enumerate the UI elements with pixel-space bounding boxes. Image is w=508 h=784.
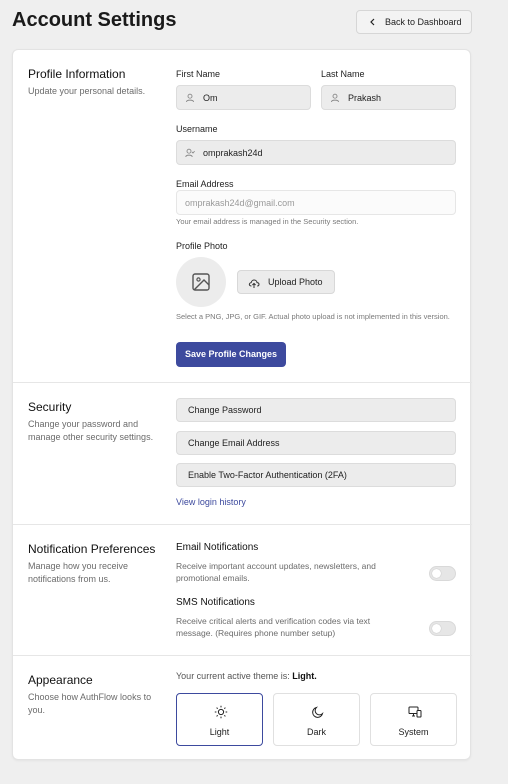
username-value: omprakash24d [203,148,263,158]
email-field[interactable]: omprakash24d@gmail.com [176,190,456,215]
user-icon [186,93,194,103]
toggle-knob [432,624,441,633]
appearance-section-title: Appearance [28,673,93,687]
profile-section-description: Update your personal details. [28,86,146,96]
save-profile-button[interactable]: Save Profile Changes [176,342,286,367]
chevron-left-icon [370,18,375,26]
user-icon [331,93,339,103]
security-section-title: Security [28,400,72,414]
moon-icon [312,706,324,718]
back-to-dashboard-button[interactable]: Back to Dashboard [356,10,472,34]
enable-2fa-label: Enable Two-Factor Authentication (2FA) [188,470,347,480]
sun-icon [214,705,228,719]
enable-2fa-button[interactable]: Enable Two-Factor Authentication (2FA) [176,463,456,487]
upload-photo-button[interactable]: Upload Photo [237,270,335,294]
profile-section-title: Profile Information [28,67,126,81]
monitor-icon [408,706,422,718]
notifications-section-description: Manage how you receive notifications fro… [28,561,129,584]
photo-hint: Select a PNG, JPG, or GIF. Actual photo … [176,312,450,321]
username-field[interactable]: omprakash24d [176,140,456,165]
image-icon [192,273,210,291]
email-notifications-description: Receive important account updates, newsl… [176,561,376,583]
last-name-value: Prakash [348,93,382,103]
username-label: Username [176,124,218,134]
change-password-label: Change Password [188,405,262,415]
user-check-icon [185,148,195,158]
current-theme-value: Light. [292,671,317,681]
current-theme-prefix: Your current active theme is: [176,671,290,681]
notifications-section-title: Notification Preferences [28,542,156,556]
section-divider [13,655,472,656]
email-notifications-title: Email Notifications [176,542,259,553]
last-name-field[interactable]: Prakash [321,85,456,110]
avatar [176,257,226,307]
theme-system-label: System [398,727,429,737]
section-divider [13,382,472,383]
view-login-history-link[interactable]: View login history [176,497,246,507]
change-email-button[interactable]: Change Email Address [176,431,456,455]
sms-notifications-description: Receive critical alerts and verification… [176,616,371,638]
back-button-label: Back to Dashboard [385,17,462,27]
upload-photo-label: Upload Photo [268,277,323,287]
first-name-label: First Name [176,69,221,79]
theme-option-dark[interactable]: Dark [273,693,360,746]
first-name-value: Om [203,93,218,103]
theme-option-light[interactable]: Light [176,693,263,746]
last-name-label: Last Name [321,69,365,79]
page-title: Account Settings [12,9,177,31]
email-hint: Your email address is managed in the Sec… [176,217,359,226]
theme-light-label: Light [209,727,230,737]
theme-dark-label: Dark [306,727,326,737]
email-notifications-toggle[interactable] [429,566,456,581]
settings-card: Profile Information Update your personal… [12,49,472,760]
profile-photo-label: Profile Photo [176,241,228,251]
change-password-button[interactable]: Change Password [176,398,456,422]
change-email-label: Change Email Address [188,438,280,448]
appearance-section-description: Choose how AuthFlow looks to you. [28,692,152,715]
current-theme-text: Your current active theme is: Light. [176,671,317,681]
section-divider [13,524,472,525]
sms-notifications-title: SMS Notifications [176,597,255,608]
email-value: omprakash24d@gmail.com [185,198,295,208]
sms-notifications-toggle[interactable] [429,621,456,636]
save-profile-label: Save Profile Changes [184,349,278,359]
email-label: Email Address [176,179,234,189]
upload-cloud-icon [248,279,260,288]
theme-option-system[interactable]: System [370,693,457,746]
toggle-knob [432,569,441,578]
first-name-field[interactable]: Om [176,85,311,110]
security-section-description: Change your password and manage other se… [28,419,154,442]
